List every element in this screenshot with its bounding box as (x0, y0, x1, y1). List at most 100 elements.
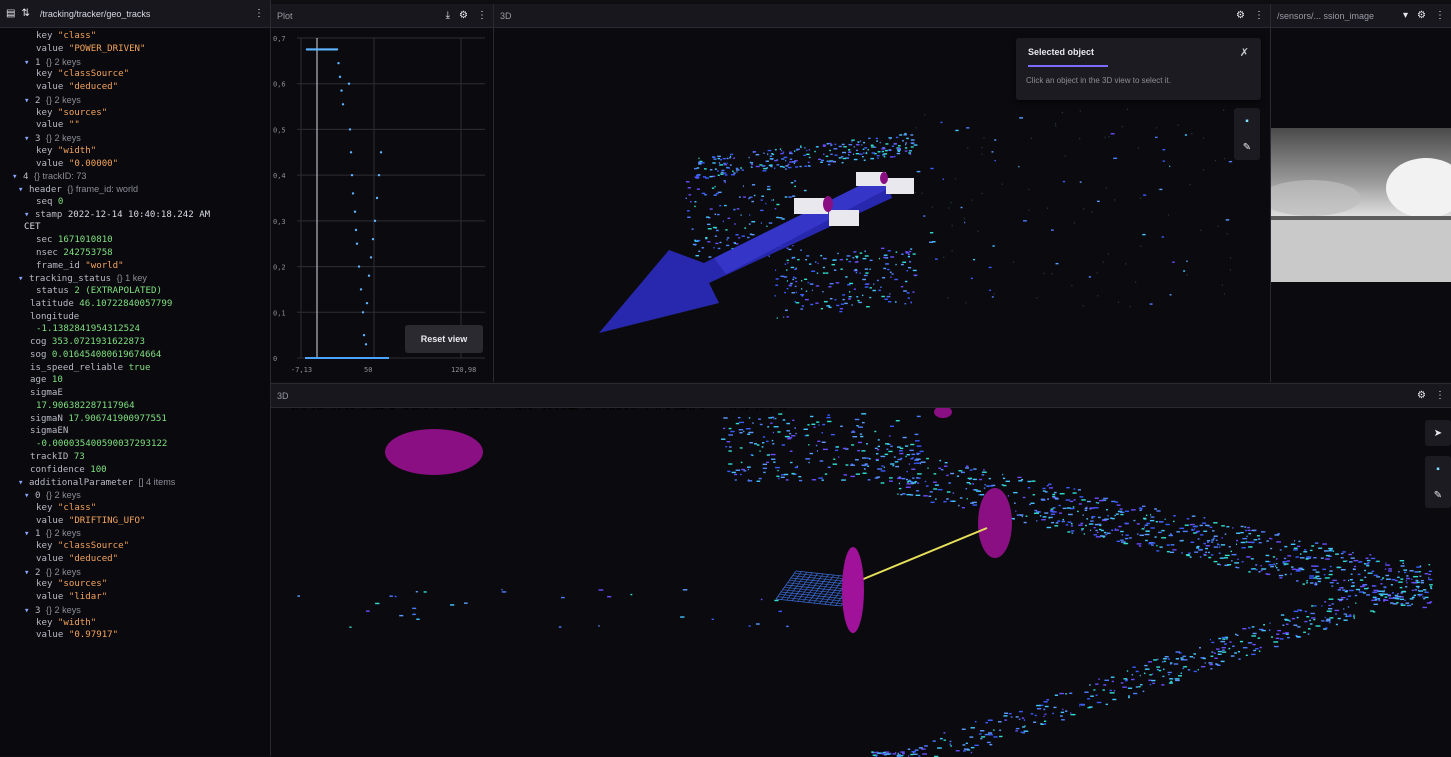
cloud-point (1415, 585, 1420, 588)
tree-key: sigmaEN (30, 426, 74, 437)
cloud-point (708, 256, 712, 258)
expand-toggle[interactable]: ▾ (24, 210, 35, 220)
cloud-point (771, 439, 774, 442)
image-topic[interactable]: /sensors/... ssion_image (1277, 11, 1399, 21)
cloud-point (736, 208, 740, 210)
cloud-point (916, 445, 922, 447)
more-icon[interactable]: ⋮ (1435, 10, 1445, 21)
cloud-point (399, 614, 404, 617)
expand-toggle[interactable]: ▾ (24, 568, 35, 578)
tree-row[interactable]: ▾ 1 {} 2 keys (0, 527, 270, 540)
cloud-point (1404, 571, 1407, 574)
cloud-point (726, 162, 728, 164)
3d-bottom-toolbar-select: ➤ (1425, 420, 1451, 446)
cloud-point (1291, 566, 1294, 568)
cloud-point (956, 475, 960, 477)
cloud-point (972, 501, 977, 504)
cloud-point (918, 747, 923, 749)
cloud-point (1087, 706, 1091, 709)
cloud-point (904, 132, 907, 135)
cloud-point (1110, 133, 1115, 135)
pin-icon[interactable]: ✗ (1240, 46, 1249, 59)
3d-bottom-scene[interactable] (271, 408, 1451, 757)
chevron-down-icon[interactable]: ▾ (1403, 10, 1408, 21)
cloud-point (1050, 508, 1054, 510)
cloud-point (882, 277, 886, 279)
cloud-point (1328, 598, 1334, 600)
tree-row[interactable]: ▾ 3 {} 2 keys (0, 604, 270, 617)
topic-input[interactable]: /tracking/tracker/geo_tracks (40, 9, 245, 19)
panel-icon[interactable]: ▤ (6, 8, 15, 19)
cloud-point (1021, 515, 1023, 518)
expand-toggle[interactable]: ▾ (24, 529, 35, 539)
cloud-point (876, 751, 878, 753)
cloud-point (745, 428, 751, 430)
cloud-point (473, 408, 476, 410)
tree-row[interactable]: ▾ additionalParameter [] 4 items (0, 476, 270, 489)
expand-toggle[interactable]: ▾ (12, 172, 23, 182)
cloud-point (726, 441, 731, 443)
toggle-2d-3d-icon[interactable]: ▪ (1436, 456, 1440, 482)
cloud-point (869, 268, 871, 270)
cloud-point (1078, 524, 1083, 526)
tree-row[interactable]: ▾ 2 {} 2 keys (0, 94, 270, 107)
camera-image[interactable] (1271, 128, 1451, 282)
cloud-point (1346, 615, 1352, 617)
3d-panel-bottom[interactable]: 3D ⚙ ⋮ ➤ ▪ ✎ (271, 383, 1451, 757)
cloud-point (837, 252, 839, 255)
cloud-point (897, 752, 900, 755)
cloud-point (1378, 593, 1384, 595)
cloud-point (1047, 498, 1050, 500)
tree-row[interactable]: ▾ 1 {} 2 keys (0, 56, 270, 69)
cloud-point (778, 610, 783, 613)
cloud-point (766, 440, 769, 443)
cloud-point (885, 443, 889, 445)
expand-toggle[interactable]: ▾ (18, 185, 29, 195)
tree-row: value "" (0, 119, 270, 132)
tree-row[interactable]: ▾ 3 {} 2 keys (0, 132, 270, 145)
tree-row[interactable]: ▾ 0 {} 2 keys (0, 489, 270, 502)
cloud-point (909, 153, 912, 155)
tree-row[interactable]: ▾ stamp 2022-12-14 10:40:18.242 AM (0, 209, 270, 222)
cloud-point (861, 294, 864, 297)
cloud-point (774, 148, 777, 151)
more-icon[interactable]: ⋮ (1254, 10, 1264, 21)
cloud-point (1252, 632, 1257, 635)
tree-row[interactable]: ▾ 2 {} 2 keys (0, 566, 270, 579)
cloud-point (1114, 528, 1117, 530)
tree-number-value: 17.906382287117964 (36, 400, 135, 411)
cloud-point (723, 172, 727, 174)
cloud-point (1298, 540, 1301, 543)
measure-icon[interactable]: ✎ (1243, 134, 1251, 160)
expand-toggle[interactable]: ▾ (24, 58, 35, 68)
tree-row[interactable]: ▾ tracking_status {} 1 key (0, 272, 270, 285)
cloud-point (889, 293, 891, 295)
tree-row[interactable]: ▾ 4 {} trackID: 73 (0, 170, 270, 183)
settings-icon[interactable]: ⚙ (1417, 390, 1426, 401)
expand-toggle[interactable]: ▾ (24, 96, 35, 106)
cloud-point (1335, 613, 1338, 615)
toggle-2d-3d-icon[interactable]: ▪ (1245, 108, 1249, 134)
cloud-point (820, 161, 823, 163)
cloud-point (748, 625, 751, 627)
expand-toggle[interactable]: ▾ (18, 478, 29, 488)
cloud-point (1348, 579, 1350, 582)
measure-icon[interactable]: ✎ (1434, 482, 1442, 508)
settings-icon[interactable]: ⚙ (1236, 10, 1245, 21)
expand-toggle[interactable]: ▾ (24, 606, 35, 616)
expand-toggle[interactable]: ▾ (24, 491, 35, 501)
select-cursor-icon[interactable]: ➤ (1434, 420, 1442, 446)
cloud-point (1260, 569, 1263, 572)
tree-row[interactable]: ▾ header {} frame_id: world (0, 183, 270, 196)
cloud-point (1310, 549, 1313, 552)
reset-view-button[interactable]: Reset view (405, 325, 483, 353)
sort-icon[interactable]: ⇅ (21, 8, 29, 19)
more-icon[interactable]: ⋮ (254, 8, 264, 19)
settings-icon[interactable]: ⚙ (1417, 10, 1426, 21)
cloud-point (1226, 638, 1228, 640)
more-icon[interactable]: ⋮ (1435, 390, 1445, 401)
expand-toggle[interactable]: ▾ (24, 134, 35, 144)
cloud-point (817, 440, 821, 442)
cloud-point (1027, 480, 1032, 483)
expand-toggle[interactable]: ▾ (18, 274, 29, 284)
